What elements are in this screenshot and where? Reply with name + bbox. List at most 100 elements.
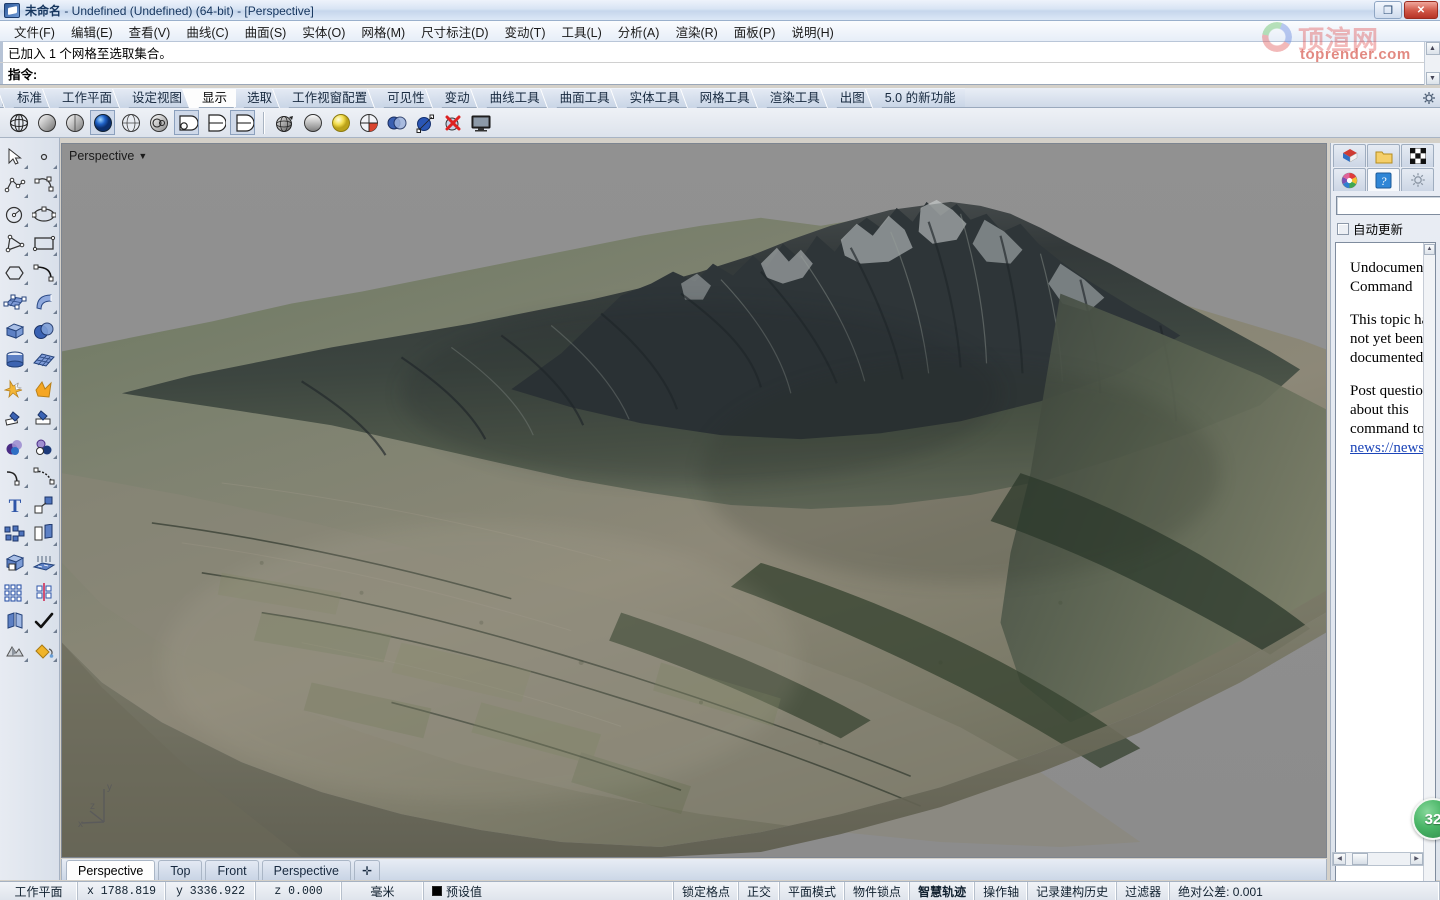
flyout-arrow-icon[interactable] xyxy=(23,194,28,198)
project-icon[interactable] xyxy=(30,548,60,577)
close-button[interactable]: ✕ xyxy=(1404,1,1438,19)
toolbar-tab-10[interactable]: 曲面工具 xyxy=(539,88,619,108)
flyout-arrow-icon[interactable] xyxy=(53,484,57,488)
menu-item-12[interactable]: 渲染(R) xyxy=(667,20,725,43)
flyout-arrow-icon[interactable] xyxy=(23,281,28,285)
toolbar-tab-7[interactable]: 可见性 xyxy=(367,88,434,108)
flyout-arrow-icon[interactable] xyxy=(23,368,28,372)
hexagon-icon[interactable] xyxy=(0,258,30,287)
target-sphere-icon[interactable] xyxy=(356,110,381,135)
technical-display-icon[interactable] xyxy=(174,110,199,135)
monitor-icon[interactable] xyxy=(468,110,493,135)
rectangle-icon[interactable] xyxy=(30,229,60,258)
color-wheel-icon[interactable] xyxy=(1333,168,1366,191)
flyout-arrow-icon[interactable] xyxy=(53,658,57,662)
shade-object-icon[interactable] xyxy=(0,635,30,664)
join-icon[interactable] xyxy=(0,606,30,635)
viewport-title[interactable]: Perspective ▼ xyxy=(69,149,147,163)
help-horizontal-scrollbar[interactable]: ◀ ▶ xyxy=(1332,852,1424,866)
flyout-arrow-icon[interactable] xyxy=(53,281,57,285)
chevron-down-icon[interactable]: ▼ xyxy=(138,151,147,161)
toolbar-tab-2[interactable]: 工作平面 xyxy=(42,88,122,108)
flyout-arrow-icon[interactable] xyxy=(23,223,28,227)
status-toggle-4[interactable]: 物件锁点 xyxy=(845,882,911,900)
menu-item-2[interactable]: 编辑(E) xyxy=(63,20,121,43)
xray-sphere-icon[interactable] xyxy=(146,110,171,135)
flyout-arrow-icon[interactable] xyxy=(53,600,57,604)
array-icon[interactable] xyxy=(0,577,30,606)
perspective-viewport[interactable]: Perspective ▼ y x z xyxy=(61,143,1327,858)
wireframe-globe-icon[interactable] xyxy=(6,110,31,135)
hscroll-thumb[interactable] xyxy=(1352,853,1368,865)
status-toggle-2[interactable]: 正交 xyxy=(739,882,781,900)
status-units[interactable]: 毫米 xyxy=(342,882,424,900)
boolean-union-icon[interactable] xyxy=(0,432,30,461)
status-toggle-8[interactable]: 过滤器 xyxy=(1117,882,1171,900)
flyout-arrow-icon[interactable] xyxy=(23,339,28,343)
trim-icon[interactable] xyxy=(0,403,30,432)
select-arrow-icon[interactable] xyxy=(0,142,30,171)
status-tolerance[interactable]: 绝对公差: 0.001 xyxy=(1170,882,1440,900)
flyout-arrow-icon[interactable] xyxy=(23,397,28,401)
flyout-arrow-icon[interactable] xyxy=(53,571,57,575)
menu-item-6[interactable]: 实体(O) xyxy=(294,20,353,43)
flyout-arrow-icon[interactable] xyxy=(23,252,28,256)
toolbar-tab-11[interactable]: 实体工具 xyxy=(609,88,689,108)
flyout-arrow-icon[interactable] xyxy=(23,426,28,430)
flyout-arrow-icon[interactable] xyxy=(53,629,57,633)
help-newsgroup-link[interactable]: news://news. xyxy=(1350,440,1428,456)
checker-icon[interactable] xyxy=(1401,144,1434,167)
help-scroll-up-button[interactable]: ▲ xyxy=(1424,244,1435,255)
blue-cursor-sphere-icon[interactable] xyxy=(412,110,437,135)
status-coord-z[interactable]: z 0.000 xyxy=(256,882,342,900)
boolean-split-icon[interactable] xyxy=(30,374,60,403)
gear-icon[interactable] xyxy=(1401,168,1434,191)
flyout-arrow-icon[interactable] xyxy=(53,513,57,517)
flyout-arrow-icon[interactable] xyxy=(23,629,28,633)
status-toggle-3[interactable]: 平面模式 xyxy=(780,882,846,900)
status-layer[interactable]: 预设值 xyxy=(424,882,674,900)
status-cplane[interactable]: 工作平面 xyxy=(0,882,78,900)
flat-shade-sphere-icon[interactable] xyxy=(300,110,325,135)
status-toggle-6[interactable]: 操作轴 xyxy=(975,882,1029,900)
menu-item-7[interactable]: 网格(M) xyxy=(353,20,413,43)
flyout-arrow-icon[interactable] xyxy=(23,658,28,662)
toolbar-tab-13[interactable]: 渲染工具 xyxy=(749,88,829,108)
pen-display-icon[interactable] xyxy=(230,110,255,135)
cap-solid-icon[interactable] xyxy=(0,548,30,577)
viewport-tab-1[interactable]: Perspective xyxy=(66,860,156,880)
flyout-arrow-icon[interactable] xyxy=(23,455,28,459)
menu-item-5[interactable]: 曲面(S) xyxy=(237,20,295,43)
menu-item-14[interactable]: 说明(H) xyxy=(783,20,841,43)
flyout-arrow-icon[interactable] xyxy=(23,600,28,604)
red-x-sphere-icon[interactable] xyxy=(440,110,465,135)
text-tool-icon[interactable]: T xyxy=(0,490,30,519)
fillet-curve-icon[interactable] xyxy=(0,461,30,490)
check-icon[interactable] xyxy=(30,606,60,635)
menu-item-13[interactable]: 面板(P) xyxy=(726,20,784,43)
surface-patch-icon[interactable] xyxy=(0,287,30,316)
auto-update-checkbox[interactable] xyxy=(1337,222,1349,235)
menu-item-1[interactable]: 文件(F) xyxy=(6,20,63,43)
toolbar-tab-3[interactable]: 设定视图 xyxy=(112,88,192,108)
toolbar-tab-6[interactable]: 工作视窗配置 xyxy=(272,88,377,108)
mirror-icon[interactable] xyxy=(30,577,60,606)
flyout-arrow-icon[interactable] xyxy=(53,397,57,401)
menu-item-11[interactable]: 分析(A) xyxy=(610,20,668,43)
box-icon[interactable] xyxy=(0,316,30,345)
menu-item-4[interactable]: 曲线(C) xyxy=(178,20,236,43)
curve-icon[interactable] xyxy=(30,171,60,200)
add-viewport-tab-button[interactable]: ✛ xyxy=(353,860,381,880)
command-scrollbar[interactable]: ▲ ▼ xyxy=(1424,42,1440,85)
flyout-arrow-icon[interactable] xyxy=(23,513,28,517)
flyout-arrow-icon[interactable] xyxy=(53,542,57,546)
mesh-plane-icon[interactable] xyxy=(30,345,60,374)
flyout-arrow-icon[interactable] xyxy=(23,571,28,575)
flyout-arrow-icon[interactable] xyxy=(53,455,57,459)
help-icon[interactable]: ? xyxy=(1367,168,1400,191)
help-search-input[interactable] xyxy=(1336,196,1440,215)
flyout-arrow-icon[interactable] xyxy=(53,339,57,343)
command-scroll-up-button[interactable]: ▲ xyxy=(1425,42,1440,55)
ellipse-icon[interactable] xyxy=(30,200,60,229)
toolbar-tab-12[interactable]: 网格工具 xyxy=(679,88,759,108)
